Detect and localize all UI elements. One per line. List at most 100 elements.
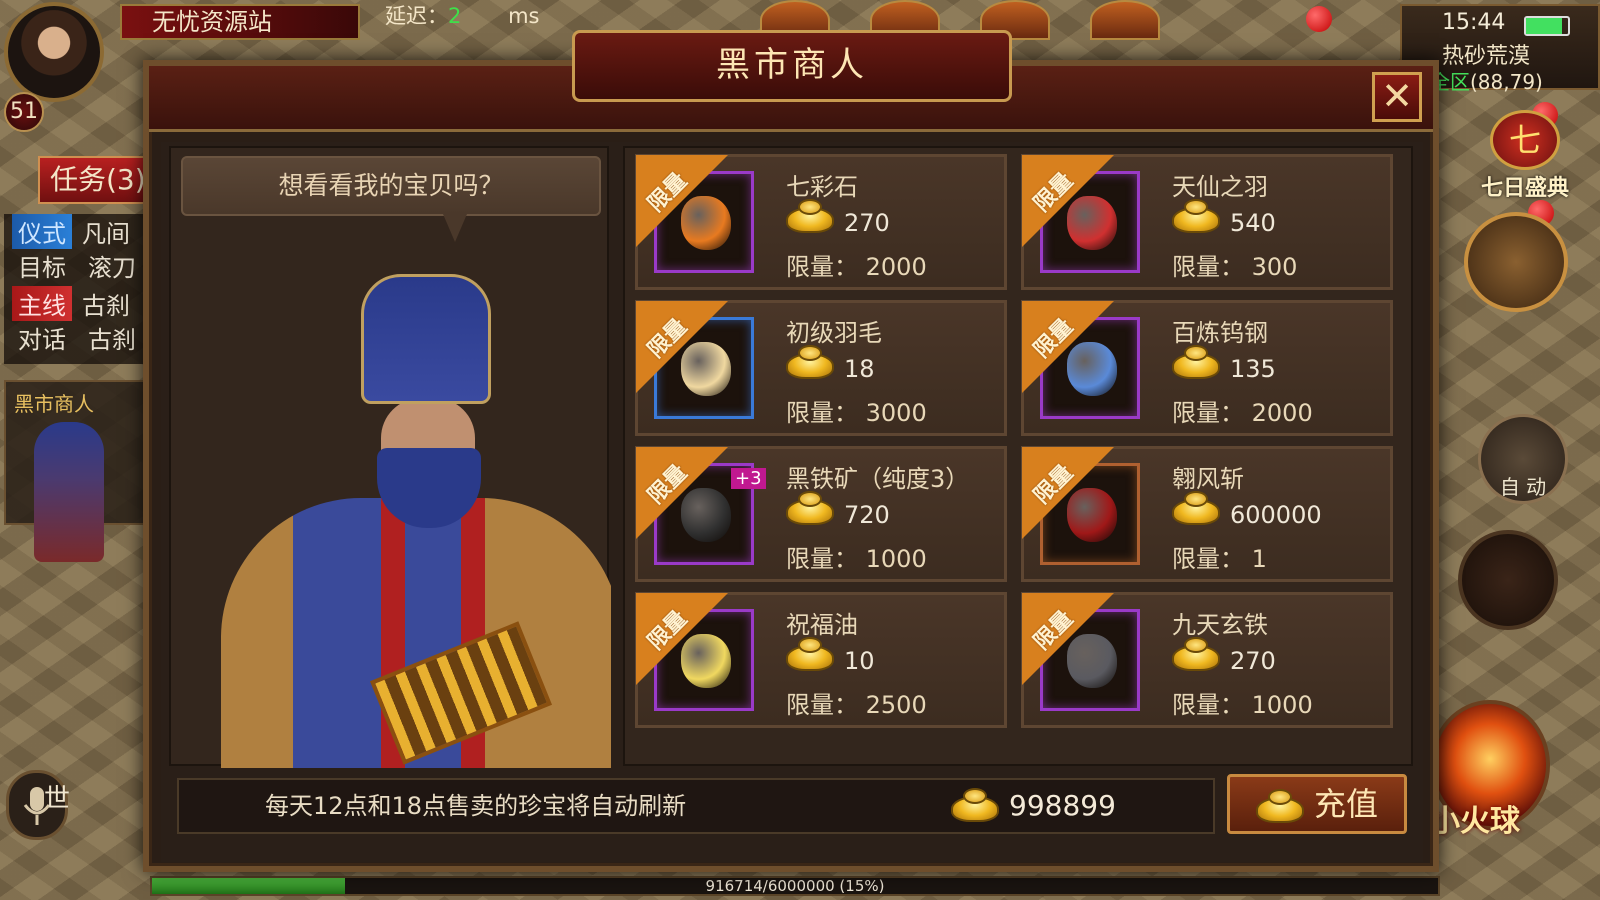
notification-dot <box>1306 6 1332 32</box>
item-limit-value: 1000 <box>1251 691 1313 719</box>
merchant-hat <box>361 274 491 404</box>
item-limit-value: 2500 <box>865 691 927 719</box>
item-limit-value: 300 <box>1251 253 1298 281</box>
item-limit: 限量： 2500 <box>786 685 927 720</box>
item-limit: 限量： 3000 <box>786 393 927 428</box>
quest-tracker[interactable]: 仪式 凡间 目标 滚刀 主线 古刹 对话 古刹 <box>4 213 154 364</box>
gold-balance: 998899 <box>1009 789 1116 822</box>
gold-ingot-icon <box>951 788 1001 824</box>
npc-target-card[interactable]: 黑市商人 <box>4 380 154 562</box>
dialog-content: 想看看我的宝贝吗？ 限量 七彩石 270 限量： 2000 限量 天仙之羽 54… <box>161 142 1423 862</box>
item-name: 黑铁矿（纯度3） <box>786 465 970 493</box>
item-limit-label: 限量： <box>1172 691 1244 719</box>
gold-ingot-icon <box>786 199 836 235</box>
item-price: 540 <box>1230 209 1276 237</box>
item-limit: 限量： 300 <box>1172 247 1297 282</box>
fireball-skill-label: 小火球 <box>1430 804 1520 839</box>
close-button[interactable]: ✕ <box>1372 72 1422 122</box>
merchant-pane: 想看看我的宝贝吗？ <box>169 146 611 768</box>
quest-text: 滚刀 <box>88 253 136 282</box>
item-limit: 限量： 1000 <box>786 539 927 574</box>
shop-item[interactable]: 限量 九天玄铁 270 限量： 1000 <box>1021 592 1393 728</box>
item-limit: 限量： 2000 <box>1172 393 1313 428</box>
quest-row[interactable]: 目标 滚刀 <box>4 248 154 282</box>
gold-ingot-icon <box>1172 199 1222 235</box>
npc-target-portrait <box>34 422 104 562</box>
quest-tag: 目标 <box>18 253 66 282</box>
item-limit: 限量： 1 <box>1172 539 1267 574</box>
item-limit-value: 2000 <box>1251 399 1313 427</box>
experience-bar: 916714/6000000 (15%) <box>150 876 1440 896</box>
merchant-speech-bubble: 想看看我的宝贝吗？ <box>181 156 601 216</box>
item-limit: 限量： 2000 <box>786 247 927 282</box>
item-price: 600000 <box>1230 501 1322 529</box>
recharge-label: 充值 <box>1314 785 1379 823</box>
item-limit-value: 1 <box>1251 545 1267 573</box>
item-price: 135 <box>1230 355 1276 383</box>
item-price: 720 <box>844 501 890 529</box>
shop-item[interactable]: 限量 百炼钨钢 135 限量： 2000 <box>1021 300 1393 436</box>
item-price: 10 <box>844 647 875 675</box>
item-limit-label: 限量： <box>786 691 858 719</box>
auto-battle-button[interactable]: 自 动 <box>1478 414 1568 504</box>
shop-item[interactable]: 限量 祝福油 10 限量： 2500 <box>635 592 1007 728</box>
item-limit-label: 限量： <box>1172 545 1244 573</box>
shop-item[interactable]: 限量 七彩石 270 限量： 2000 <box>635 154 1007 290</box>
dialog-title: 黑市商人 <box>572 30 1012 102</box>
quest-row[interactable]: 仪式 凡间 <box>4 213 154 249</box>
item-grid: 限量 七彩石 270 限量： 2000 限量 天仙之羽 540 限量： 300 … <box>623 146 1413 766</box>
gold-ingot-icon <box>786 491 836 527</box>
speech-bubble-tail <box>443 214 467 242</box>
player-level-badge: 51 <box>4 92 44 132</box>
item-limit: 限量： 1000 <box>1172 685 1313 720</box>
shop-item[interactable]: +3 限量 黑铁矿（纯度3） 720 限量： 1000 <box>635 446 1007 582</box>
shop-item[interactable]: 限量 翱风斩 600000 限量： 1 <box>1021 446 1393 582</box>
item-limit-label: 限量： <box>786 545 858 573</box>
quest-tag: 仪式 <box>12 213 72 249</box>
gift-box-icon[interactable] <box>1090 0 1160 40</box>
battery-icon <box>1524 16 1570 36</box>
recharge-button[interactable]: 充值 <box>1227 774 1407 834</box>
quest-text: 凡间 <box>82 219 130 248</box>
gold-ingot-icon <box>786 637 836 673</box>
seven-day-festival-button[interactable]: 七 七日盛典 <box>1470 110 1580 201</box>
black-market-dialog: 黑市商人 ✕ 想看看我的宝贝吗？ 限量 七彩石 270 限量： 2000 限量 … <box>143 30 1439 872</box>
fireball-skill-button[interactable]: 小火球 <box>1430 700 1550 839</box>
item-name: 初级羽毛 <box>786 319 882 347</box>
treasure-chest-button[interactable] <box>1464 212 1568 312</box>
latency-label: 延迟： <box>385 4 448 28</box>
quest-text: 古刹 <box>88 325 136 354</box>
quest-row[interactable]: 对话 古刹 <box>4 320 154 354</box>
latency-value: 2 <box>448 4 462 28</box>
item-limit-label: 限量： <box>1172 253 1244 281</box>
experience-text: 916714/6000000 (15%) <box>705 877 885 895</box>
gold-ingot-icon <box>1172 345 1222 381</box>
item-price: 270 <box>844 209 890 237</box>
quest-row[interactable]: 主线 古刹 <box>4 285 154 321</box>
item-name: 翱风斩 <box>1172 465 1244 493</box>
map-coord-value: (88,79) <box>1470 70 1543 94</box>
close-icon: ✕ <box>1381 74 1413 118</box>
item-limit-label: 限量： <box>1172 399 1244 427</box>
shop-item[interactable]: 限量 初级羽毛 18 限量： 3000 <box>635 300 1007 436</box>
item-name: 七彩石 <box>786 173 858 201</box>
battery-level <box>1526 18 1563 34</box>
player-avatar[interactable] <box>4 2 104 102</box>
item-limit-label: 限量： <box>786 253 858 281</box>
latency-unit: ms <box>508 4 540 28</box>
enhance-badge: +3 <box>731 468 766 489</box>
item-limit-value: 3000 <box>865 399 927 427</box>
task-button[interactable]: 任务(3) <box>38 156 158 204</box>
seven-day-label: 七日盛典 <box>1480 176 1569 201</box>
item-price: 270 <box>1230 647 1276 675</box>
item-limit-value: 2000 <box>865 253 927 281</box>
item-name: 百炼钨钢 <box>1172 319 1268 347</box>
latency-indicator: 延迟：2 ms <box>385 0 539 30</box>
shop-item[interactable]: 限量 天仙之羽 540 限量： 300 <box>1021 154 1393 290</box>
item-limit-label: 限量： <box>786 399 858 427</box>
world-channel-label[interactable]: 世 <box>44 778 70 815</box>
auto-battle-label: 自 动 <box>1499 475 1547 499</box>
dialog-title-bar: 黑市商人 ✕ <box>149 30 1433 132</box>
skill-slot-empty[interactable] <box>1458 530 1558 630</box>
item-name: 天仙之羽 <box>1172 173 1268 201</box>
